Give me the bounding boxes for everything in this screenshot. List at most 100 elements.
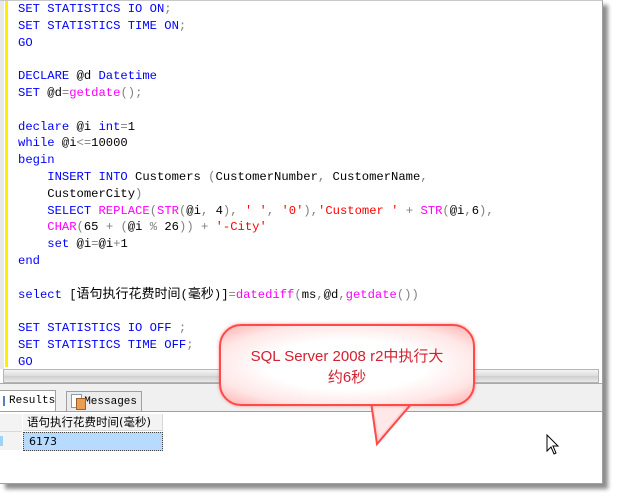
code-token: (	[294, 287, 302, 302]
code-line[interactable]: begin	[18, 152, 494, 169]
code-token: 26	[157, 220, 179, 235]
code-token: STR	[157, 203, 179, 218]
code-line[interactable]: while @i<=10000	[18, 135, 494, 152]
column-header[interactable]: 语句执行花费时间(毫秒)	[23, 414, 163, 431]
code-token: ())	[396, 287, 419, 302]
tab-results-label: Results	[9, 395, 56, 407]
code-token: (	[76, 220, 84, 235]
code-token: @i	[449, 203, 465, 218]
code-token: =	[120, 119, 128, 134]
callout-line-1: SQL Server 2008 r2中执行大	[250, 348, 444, 365]
code-line[interactable]: SET @d=getdate();	[18, 85, 494, 102]
code-line[interactable]: CustomerCity)	[18, 186, 494, 203]
code-token: 1	[127, 119, 136, 134]
tab-messages[interactable]: Messages	[66, 391, 142, 411]
sql-query-window: SET STATISTICS IO ON; SET STATISTICS TIME…	[0, 0, 603, 484]
code-token: 4	[215, 203, 223, 218]
change-tracking-bar	[5, 1, 8, 367]
messages-icon	[71, 394, 86, 410]
code-token: ,	[338, 287, 346, 302]
code-token: @i	[98, 237, 114, 252]
code-token: SET STATISTICS IO OFF	[18, 321, 172, 336]
mouse-cursor-icon	[546, 434, 560, 455]
code-token: getdate	[345, 287, 397, 302]
code-token: GO	[18, 354, 33, 369]
code-token: SET	[18, 85, 40, 100]
code-line[interactable]: select [语句执行花费时间(毫秒)]=datediff(ms,@d,get…	[18, 287, 494, 304]
code-token: (	[180, 287, 188, 302]
results-grid[interactable]: 语句执行花费时间(毫秒) 6173	[0, 412, 602, 483]
code-line[interactable]: DECLARE @d Datetime	[18, 68, 494, 85]
code-token: CustomerCity	[18, 186, 136, 201]
code-line[interactable]: SET STATISTICS IO ON;	[18, 1, 494, 18]
row-header[interactable]	[0, 432, 22, 450]
code-token: ;	[171, 321, 187, 336]
code-token: CustomerName	[332, 169, 421, 184]
code-token: ;	[178, 18, 187, 33]
code-token: [	[61, 287, 77, 302]
code-token: SET STATISTICS TIME OFF	[18, 337, 187, 352]
code-line[interactable]: GO	[18, 35, 494, 52]
code-token: ;	[186, 337, 194, 352]
code-token: '0'	[281, 203, 304, 218]
code-token: declare	[18, 119, 70, 134]
code-token: ,	[316, 287, 324, 302]
code-token: =	[91, 237, 99, 252]
code-token: ),	[479, 203, 494, 218]
code-token: @d	[323, 287, 339, 302]
code-token: REPLACE	[98, 203, 150, 218]
code-line[interactable]: end	[18, 253, 494, 270]
code-line[interactable]	[18, 51, 494, 68]
code-token: 语句执行花费时间	[76, 286, 181, 302]
code-token: +	[398, 203, 421, 218]
tab-results[interactable]: Results	[0, 390, 56, 411]
code-token: 10000	[91, 136, 128, 151]
code-line[interactable]: set @i=@i+1	[18, 236, 494, 253]
code-token: SET STATISTICS IO ON	[18, 2, 165, 16]
code-token: select	[18, 287, 62, 302]
callout-line-2: 约6秒	[327, 369, 367, 386]
code-line[interactable]	[18, 303, 494, 320]
code-token: int	[98, 119, 121, 134]
code-line[interactable]: declare @i int=1	[18, 119, 494, 136]
grid-corner[interactable]	[0, 414, 22, 432]
code-area[interactable]: SET STATISTICS IO ON; SET STATISTICS TIME…	[18, 1, 494, 369]
code-token: )]	[213, 287, 229, 302]
code-token: begin	[18, 153, 55, 168]
annotation-callout: SQL Server 2008 r2中执行大 约6秒	[219, 324, 475, 447]
code-token: end	[18, 253, 40, 268]
code-line[interactable]	[18, 270, 494, 287]
code-line[interactable]: CHAR(65 + (@i % 26)) + '-City'	[18, 219, 494, 236]
code-line[interactable]: SET STATISTICS TIME ON;	[18, 18, 494, 35]
code-line[interactable]: SELECT REPLACE(STR(@i, 4), ' ', '0'),'Cu…	[18, 203, 494, 220]
code-token: (	[442, 203, 450, 218]
code-token: (	[208, 169, 216, 184]
callout-text: SQL Server 2008 r2中执行大 约6秒	[219, 346, 475, 388]
row-header-column	[0, 412, 22, 452]
code-token: @i	[69, 237, 92, 252]
code-token: 6	[471, 203, 480, 218]
code-token: @i	[127, 220, 150, 235]
code-token: ' '	[244, 203, 267, 218]
code-token: set	[47, 237, 70, 252]
result-cell[interactable]: 6173	[23, 432, 163, 451]
code-line[interactable]	[18, 102, 494, 119]
code-token: )	[135, 186, 143, 201]
code-token: ),	[303, 203, 319, 218]
code-token: ,	[420, 169, 428, 184]
code-token: ,	[317, 169, 333, 184]
code-token: (	[149, 203, 158, 218]
code-token: @i	[69, 119, 99, 134]
code-token: CustomerNumber	[215, 169, 318, 184]
code-token: @i	[186, 203, 201, 218]
code-token: 毫秒	[187, 286, 214, 302]
code-line[interactable]: INSERT INTO Customers (CustomerNumber, C…	[18, 169, 494, 186]
code-token: CHAR	[47, 220, 77, 235]
code-token: ,	[464, 203, 472, 218]
query-editor[interactable]: SET STATISTICS IO ON; SET STATISTICS TIME…	[0, 1, 602, 369]
editor-gutter	[0, 1, 4, 369]
